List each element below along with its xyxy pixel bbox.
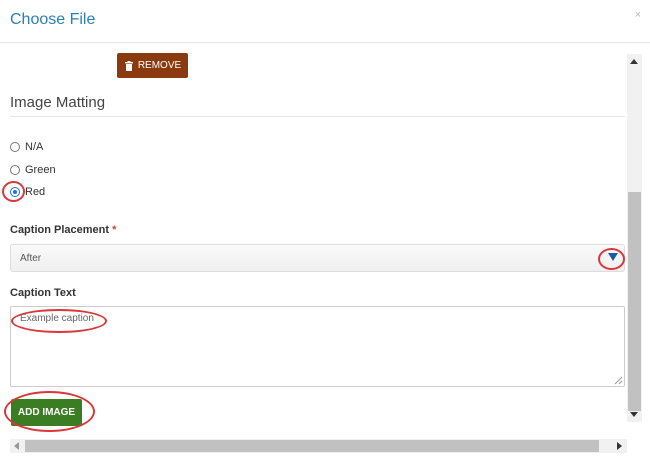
caption-placement-value: After [20, 252, 42, 264]
matting-option-label: Green [25, 164, 56, 176]
add-image-button[interactable]: ADD IMAGE [11, 399, 82, 426]
close-icon[interactable]: × [635, 9, 641, 21]
matting-option-label: N/A [25, 141, 44, 153]
scroll-right-icon[interactable] [617, 442, 622, 450]
caption-text-label: Caption Text [10, 287, 76, 299]
radio-na[interactable] [10, 142, 20, 152]
dialog-title: Choose File [10, 11, 96, 28]
caption-placement-label: Caption Placement * [10, 224, 116, 236]
horizontal-scroll-thumb[interactable] [25, 440, 599, 452]
section-divider [10, 116, 625, 117]
scroll-left-icon[interactable] [14, 442, 19, 450]
remove-button[interactable]: REMOVE [117, 53, 188, 78]
matting-option-label: Red [25, 186, 46, 198]
resize-grip-icon[interactable] [614, 376, 623, 385]
radio-green[interactable] [10, 165, 20, 175]
matting-option-green[interactable]: Green [10, 164, 56, 176]
scroll-down-icon[interactable] [630, 412, 638, 417]
required-mark: * [112, 224, 117, 236]
caption-placement-label-text: Caption Placement [10, 224, 110, 236]
image-matting-heading: Image Matting [10, 94, 106, 111]
dialog-header: Choose File × [0, 0, 650, 43]
vertical-scroll-thumb[interactable] [628, 192, 641, 411]
chevron-down-icon[interactable] [608, 253, 618, 261]
choose-file-dialog: Choose File × REMOVE Image Matting N/A G… [0, 0, 650, 459]
radio-red[interactable] [10, 187, 20, 197]
scroll-up-icon[interactable] [630, 59, 638, 64]
matting-option-red[interactable]: Red [10, 186, 45, 198]
horizontal-scrollbar[interactable] [10, 439, 627, 453]
remove-button-label: REMOVE [137, 60, 182, 71]
trash-icon [124, 60, 133, 71]
vertical-scrollbar[interactable] [627, 54, 642, 422]
matting-option-na[interactable]: N/A [10, 141, 43, 153]
caption-placement-select[interactable]: After [10, 244, 625, 272]
caption-text-input[interactable]: Example caption [10, 306, 625, 387]
